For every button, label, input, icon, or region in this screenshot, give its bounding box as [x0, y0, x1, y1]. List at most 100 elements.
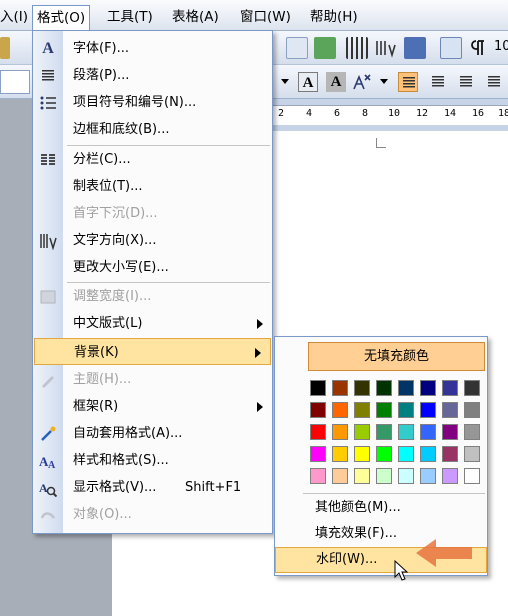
color-swatch[interactable]: [376, 424, 392, 440]
color-swatch[interactable]: [442, 468, 458, 484]
color-swatch[interactable]: [398, 446, 414, 462]
menu-window[interactable]: 窗口(W): [240, 6, 291, 28]
menu-item-font[interactable]: A 字体(F)...: [33, 35, 272, 62]
color-swatch[interactable]: [354, 402, 370, 418]
menu-item-tabs[interactable]: 制表位(T)...: [33, 173, 272, 200]
menu-item-frames[interactable]: 框架(R): [33, 393, 272, 420]
chevron-down-icon[interactable]: [281, 79, 289, 84]
menu-insert[interactable]: 入(I): [0, 6, 28, 28]
color-swatch[interactable]: [442, 446, 458, 462]
menu-table[interactable]: 表格(A): [172, 6, 219, 28]
color-swatch[interactable]: [398, 424, 414, 440]
menu-item-drop-cap: 首字下沉(D)...: [33, 200, 272, 227]
color-swatch[interactable]: [464, 424, 480, 440]
color-swatch[interactable]: [310, 446, 326, 462]
page-corner-mark: [376, 138, 386, 148]
color-swatch[interactable]: [398, 380, 414, 396]
menu-item-change-case[interactable]: 更改大小写(E)...: [33, 254, 272, 281]
menu-item-label: 主题(H)...: [73, 372, 132, 387]
color-swatch[interactable]: [420, 446, 436, 462]
color-swatch[interactable]: [442, 424, 458, 440]
annotation-arrow-icon: [416, 539, 472, 567]
color-swatch[interactable]: [464, 468, 480, 484]
color-swatch[interactable]: [332, 424, 348, 440]
submenu-arrow-icon: [257, 319, 263, 329]
menu-item-label: 段落(P)...: [73, 68, 130, 83]
reveal-formatting-icon: A: [39, 479, 58, 498]
color-swatch[interactable]: [442, 380, 458, 396]
color-swatch[interactable]: [442, 402, 458, 418]
color-swatch[interactable]: [420, 424, 436, 440]
menu-item-bullets-numbering[interactable]: 项目符号和编号(N)...: [33, 89, 272, 116]
char-border-button[interactable]: A: [298, 72, 318, 92]
zoom-value[interactable]: 10: [494, 39, 508, 54]
paste-icon[interactable]: [0, 37, 10, 59]
preview-icon[interactable]: [440, 37, 462, 59]
color-swatch[interactable]: [398, 468, 414, 484]
menu-item-label: 对象(O)...: [73, 507, 132, 522]
menu-item-styles-formatting[interactable]: AA 样式和格式(S)...: [33, 447, 272, 474]
color-swatch[interactable]: [420, 468, 436, 484]
color-swatch[interactable]: [332, 402, 348, 418]
menu-item-paragraph[interactable]: 段落(P)...: [33, 62, 272, 89]
columns-icon[interactable]: [346, 37, 368, 59]
color-swatch[interactable]: [310, 468, 326, 484]
color-swatch[interactable]: [332, 468, 348, 484]
menu-item-label: 框架(R): [73, 399, 119, 414]
phonetic-icon[interactable]: [350, 71, 372, 93]
char-shading-button[interactable]: A: [326, 72, 346, 92]
align-right-button[interactable]: [456, 72, 476, 92]
color-swatch[interactable]: [376, 402, 392, 418]
color-swatch[interactable]: [464, 380, 480, 396]
color-swatch[interactable]: [376, 446, 392, 462]
text-direction-icon[interactable]: [374, 37, 396, 59]
object-icon: [39, 506, 57, 524]
ruler-number: 12: [416, 108, 429, 119]
menu-item-autoformat[interactable]: 自动套用格式(A)...: [33, 420, 272, 447]
color-swatch[interactable]: [310, 402, 326, 418]
fill-effects-item[interactable]: 填充效果(F)...: [315, 521, 397, 546]
bullets-icon: [39, 94, 57, 112]
color-swatch[interactable]: [376, 468, 392, 484]
color-swatch[interactable]: [332, 446, 348, 462]
align-justify-button[interactable]: [398, 72, 418, 92]
color-swatch[interactable]: [420, 402, 436, 418]
color-swatch[interactable]: [464, 446, 480, 462]
align-center-button[interactable]: [428, 72, 448, 92]
color-swatch[interactable]: [354, 380, 370, 396]
menu-format[interactable]: 格式(O): [32, 5, 91, 31]
color-swatch[interactable]: [310, 424, 326, 440]
no-fill-button[interactable]: 无填充颜色: [308, 342, 485, 371]
table-icon[interactable]: [286, 37, 308, 59]
menu-item-columns[interactable]: 分栏(C)...: [33, 146, 272, 173]
color-swatch[interactable]: [464, 402, 480, 418]
ruler-number: 4: [306, 108, 313, 119]
color-swatch[interactable]: [332, 380, 348, 396]
distribute-button[interactable]: [484, 72, 504, 92]
columns-icon: [39, 151, 57, 169]
menu-item-borders-shading[interactable]: 边框和底纹(B)...: [33, 116, 272, 143]
chevron-down-icon[interactable]: [380, 79, 388, 84]
excel-icon[interactable]: [314, 37, 336, 59]
color-swatch[interactable]: [354, 468, 370, 484]
mouse-cursor-icon: [394, 560, 409, 581]
color-swatch[interactable]: [354, 446, 370, 462]
more-colors-item[interactable]: 其他颜色(M)...: [315, 495, 401, 520]
color-swatch[interactable]: [398, 402, 414, 418]
color-swatch[interactable]: [310, 380, 326, 396]
menu-item-background[interactable]: 背景(K): [34, 338, 271, 365]
color-swatch[interactable]: [376, 380, 392, 396]
color-swatch[interactable]: [354, 424, 370, 440]
menu-bar: 入(I) 格式(O) 工具(T) 表格(A) 窗口(W) 帮助(H): [0, 0, 508, 31]
show-hide-icon[interactable]: [468, 37, 490, 59]
color-swatch[interactable]: [420, 380, 436, 396]
font-size-box[interactable]: [0, 70, 30, 94]
drawing-icon[interactable]: [404, 37, 426, 59]
menu-item-text-direction[interactable]: 文字方向(X)...: [33, 227, 272, 254]
menu-help[interactable]: 帮助(H): [310, 6, 358, 28]
ruler-number: 8: [362, 108, 369, 119]
paragraph-icon: [39, 67, 57, 85]
menu-tools[interactable]: 工具(T): [107, 6, 153, 28]
menu-item-reveal-formatting[interactable]: A 显示格式(V)... Shift+F1: [33, 474, 272, 501]
menu-item-asian-layout[interactable]: 中文版式(L): [33, 310, 272, 337]
